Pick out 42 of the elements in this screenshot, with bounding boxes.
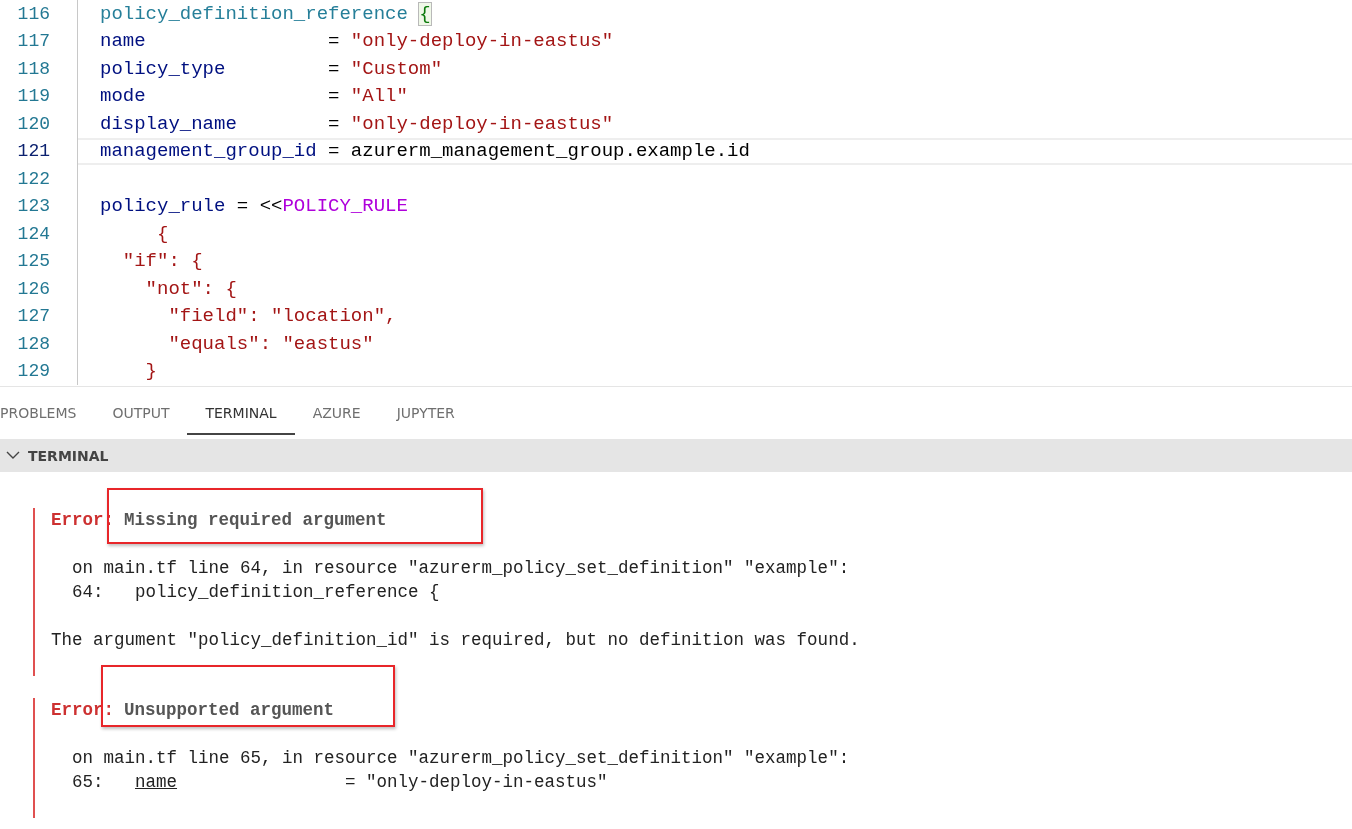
code-line: policy_rule = <<POLICY_RULE bbox=[100, 195, 408, 218]
error-title: Missing required argument bbox=[124, 510, 387, 530]
code-line: { bbox=[156, 222, 169, 245]
panel-tab[interactable]: JUPYTER bbox=[378, 393, 473, 435]
code-line: policy_definition_reference { bbox=[100, 2, 431, 25]
chevron-icon bbox=[6, 451, 20, 460]
panel-tab[interactable]: AZURE bbox=[294, 393, 379, 435]
code-line: } bbox=[144, 360, 157, 383]
code-line: "field": "location", bbox=[167, 305, 397, 328]
line-number: 125 bbox=[0, 247, 78, 275]
error-title: Unsupported argument bbox=[124, 700, 335, 720]
line-number: 126 bbox=[0, 275, 78, 303]
panel-tab[interactable]: TERMINAL bbox=[187, 393, 295, 435]
line-number: 120 bbox=[0, 110, 78, 138]
line-number: 124 bbox=[0, 220, 78, 248]
code-line: "if": { bbox=[121, 250, 203, 273]
line-number: 116 bbox=[0, 0, 78, 28]
line-number: 121 bbox=[0, 137, 78, 165]
source-line: 64: policy_definition_reference { bbox=[71, 582, 440, 602]
panel-tab[interactable]: PROBLEMS bbox=[0, 393, 95, 435]
code-line: mode = "All" bbox=[100, 85, 408, 108]
code-line: display_name = "only-deploy-in-eastus" bbox=[100, 112, 614, 135]
code-line: policy_type = "Custom" bbox=[100, 57, 443, 80]
panel-tab[interactable]: OUTPUT bbox=[94, 393, 188, 435]
line-number: 118 bbox=[0, 55, 78, 83]
line-number: 119 bbox=[0, 82, 78, 110]
line-number: 127 bbox=[0, 302, 78, 330]
code-line: name = "only-deploy-in-eastus" bbox=[100, 30, 614, 53]
error-location: on main.tf line 64, in resource "azurerm_policy_set_definition" "example": bbox=[71, 558, 850, 578]
line-number: 128 bbox=[0, 330, 78, 358]
line-number: 117 bbox=[0, 27, 78, 55]
line-number: 122 bbox=[0, 165, 78, 193]
section-header[interactable]: TERMINAL bbox=[0, 439, 1352, 472]
code-line: management_group_id = azurerm_management_group.example.id bbox=[100, 140, 750, 163]
source-line: 65: name = "only-deploy-in-eastus" bbox=[71, 772, 608, 792]
error-message: The argument "policy_definition_id" is required, but no definition was found. bbox=[51, 630, 860, 650]
line-number: 123 bbox=[0, 192, 78, 220]
code-line: "equals": "eastus" bbox=[167, 332, 374, 355]
code-line: "not": { bbox=[144, 277, 237, 300]
line-number: 129 bbox=[0, 357, 78, 385]
section-title: TERMINAL bbox=[28, 447, 109, 464]
error-location: on main.tf line 65, in resource "azurerm_policy_set_definition" "example": bbox=[71, 748, 850, 768]
